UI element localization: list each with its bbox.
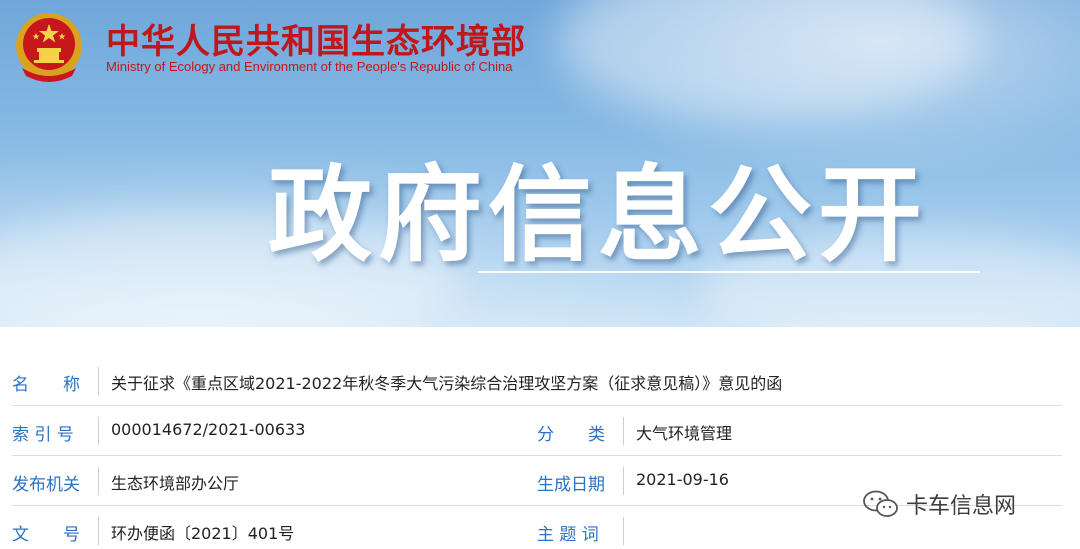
ministry-name-cn: 中华人民共和国生态环境部 (106, 22, 526, 62)
info-row-name: 名 称 关于征求《重点区域2021-2022年秋冬季大气污染综合治理攻坚方案（征… (0, 356, 1080, 406)
category-value: 大气环境管理 (636, 424, 733, 443)
date-label: 生成日期 (537, 475, 605, 495)
source-watermark: 卡车信息网 (862, 488, 1016, 520)
info-row-index: 索 引 号 000014672/2021-00633 分 类 大气环境管理 (0, 406, 1080, 456)
divider (98, 517, 99, 545)
banner-divider (478, 271, 980, 273)
index-value: 000014672/2021-00633 (111, 420, 306, 439)
docno-label: 文 号 (12, 525, 80, 545)
divider (98, 367, 99, 395)
date-value: 2021-09-16 (636, 470, 729, 489)
issuer-value: 生态环境部办公厅 (111, 474, 240, 493)
divider (623, 417, 624, 445)
index-label: 索 引 号 (12, 425, 74, 445)
banner-title: 政府信息公开 (268, 154, 929, 276)
issuer-label: 发布机关 (12, 475, 80, 495)
divider (623, 517, 624, 545)
ministry-name-en: Ministry of Ecology and Environment of t… (106, 59, 513, 74)
divider (98, 467, 99, 495)
watermark-text: 卡车信息网 (906, 494, 1017, 519)
divider (623, 467, 624, 495)
national-emblem-icon (16, 13, 82, 82)
header-banner: 中华人民共和国生态环境部 Ministry of Ecology and Env… (0, 0, 1080, 327)
name-label: 名 称 (12, 375, 80, 395)
wechat-icon (863, 490, 898, 517)
name-value: 关于征求《重点区域2021-2022年秋冬季大气污染综合治理攻坚方案（征求意见稿… (111, 374, 783, 393)
category-label: 分 类 (537, 425, 605, 445)
docno-value: 环办便函〔2021〕401号 (111, 524, 295, 543)
divider (98, 417, 99, 445)
keywords-label: 主 题 词 (537, 525, 599, 545)
